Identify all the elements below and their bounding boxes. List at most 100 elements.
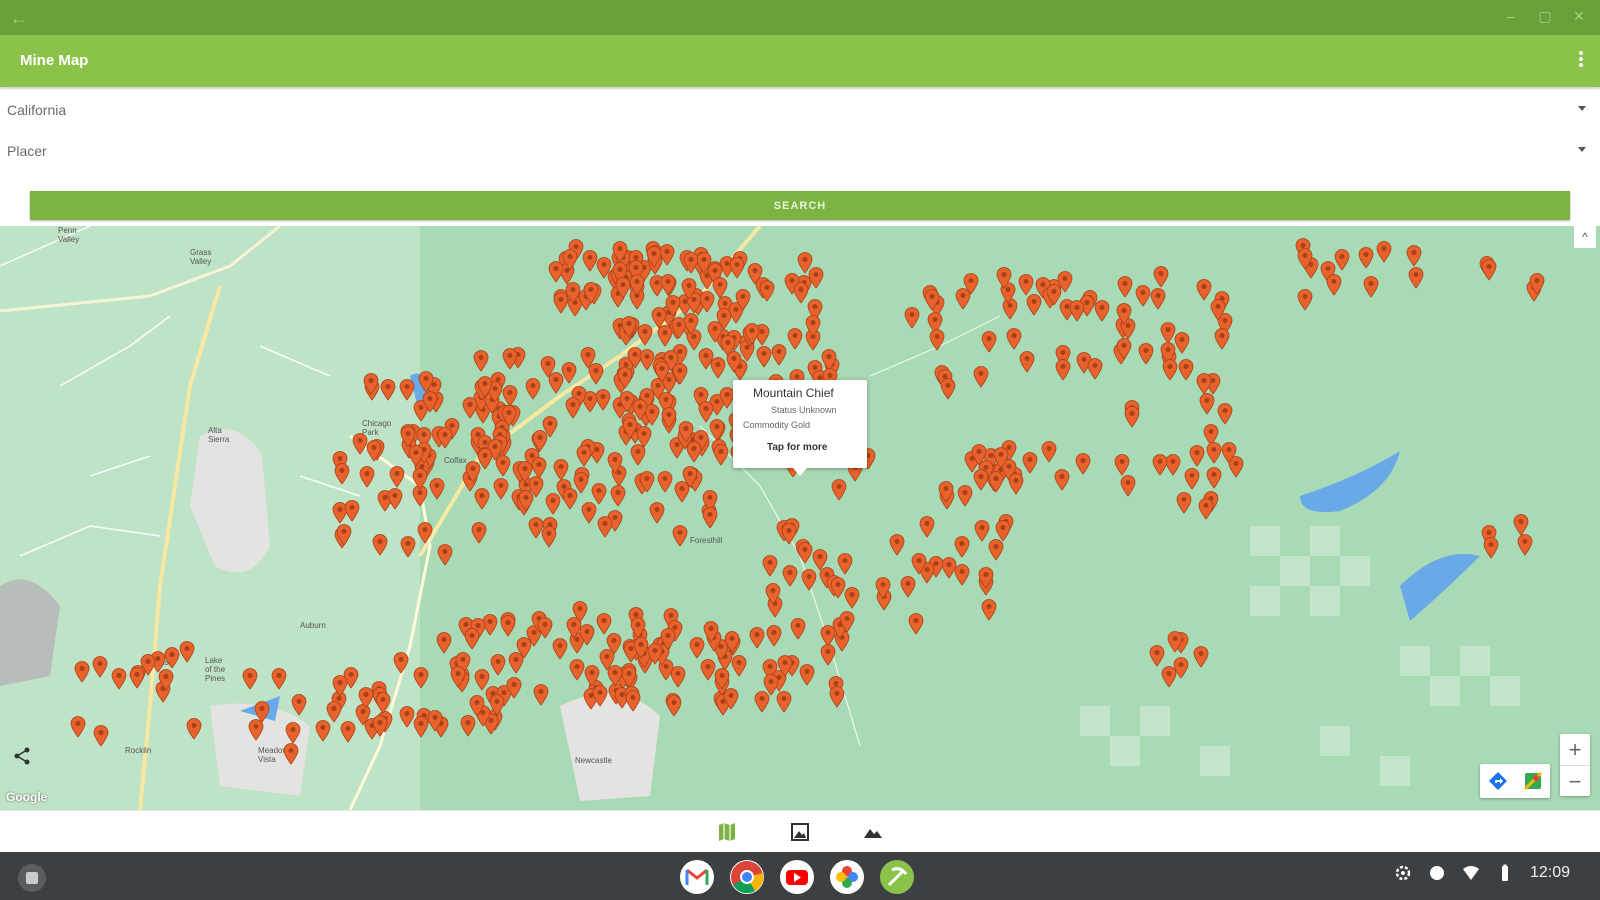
mine-marker-icon[interactable] xyxy=(1008,472,1024,495)
terrain-tab-icon[interactable] xyxy=(862,821,884,843)
mine-marker-icon[interactable] xyxy=(954,564,970,586)
mine-marker-icon[interactable] xyxy=(70,716,86,738)
mine-marker-icon[interactable] xyxy=(607,664,623,687)
mine-marker-icon[interactable] xyxy=(744,322,760,345)
mine-marker-icon[interactable] xyxy=(660,628,676,650)
mine-marker-icon[interactable] xyxy=(532,430,548,453)
mine-marker-icon[interactable] xyxy=(372,534,388,556)
mine-marker-icon[interactable] xyxy=(1178,359,1194,381)
mine-marker-icon[interactable] xyxy=(672,525,688,547)
chrome-icon[interactable] xyxy=(730,860,764,894)
mine-marker-icon[interactable] xyxy=(1116,303,1132,325)
mine-marker-icon[interactable] xyxy=(1198,498,1214,520)
mine-marker-icon[interactable] xyxy=(782,564,798,587)
mine-marker-icon[interactable] xyxy=(781,523,797,545)
mine-marker-icon[interactable] xyxy=(713,444,729,466)
mine-marker-icon[interactable] xyxy=(1189,445,1205,468)
mine-marker-icon[interactable] xyxy=(408,445,424,467)
mine-marker-icon[interactable] xyxy=(1199,393,1215,416)
image-tab-icon[interactable] xyxy=(789,821,811,843)
mine-marker-icon[interactable] xyxy=(844,586,860,609)
mine-marker-icon[interactable] xyxy=(981,330,997,353)
mine-marker-icon[interactable] xyxy=(582,250,598,272)
mine-marker-icon[interactable] xyxy=(1406,245,1422,268)
mine-marker-icon[interactable] xyxy=(1153,266,1169,288)
mine-marker-icon[interactable] xyxy=(533,683,549,706)
mine-marker-icon[interactable] xyxy=(762,554,778,577)
mine-marker-icon[interactable] xyxy=(387,487,403,510)
mine-marker-icon[interactable] xyxy=(996,267,1012,289)
mine-marker-icon[interactable] xyxy=(340,721,356,743)
mine-marker-icon[interactable] xyxy=(490,654,506,676)
mine-marker-icon[interactable] xyxy=(502,385,518,407)
mine-marker-icon[interactable] xyxy=(973,469,989,491)
mine-marker-icon[interactable] xyxy=(606,633,622,655)
mine-marker-icon[interactable] xyxy=(553,459,569,482)
mine-marker-icon[interactable] xyxy=(637,324,653,346)
mine-marker-icon[interactable] xyxy=(242,668,258,691)
zoom-out-button[interactable]: − xyxy=(1560,766,1590,797)
mine-marker-icon[interactable] xyxy=(974,520,990,543)
mine-marker-icon[interactable] xyxy=(754,691,770,713)
mine-marker-icon[interactable] xyxy=(731,655,747,677)
mine-marker-icon[interactable] xyxy=(450,665,466,688)
overflow-menu-icon[interactable] xyxy=(1576,49,1586,73)
mine-marker-icon[interactable] xyxy=(1174,332,1190,354)
mine-marker-icon[interactable] xyxy=(460,714,476,737)
mine-marker-icon[interactable] xyxy=(580,346,596,369)
mine-marker-icon[interactable] xyxy=(672,363,688,385)
mine-marker-icon[interactable] xyxy=(1326,274,1342,296)
directions-icon[interactable] xyxy=(1488,771,1508,791)
mine-marker-icon[interactable] xyxy=(1529,273,1545,296)
mine-marker-icon[interactable] xyxy=(981,599,997,621)
mine-marker-icon[interactable] xyxy=(584,664,600,687)
mine-marker-icon[interactable] xyxy=(908,612,924,635)
mine-marker-icon[interactable] xyxy=(978,566,994,589)
mine-marker-icon[interactable] xyxy=(724,631,740,653)
mine-marker-icon[interactable] xyxy=(612,241,628,264)
mine-marker-icon[interactable] xyxy=(1019,351,1035,373)
mine-marker-icon[interactable] xyxy=(552,638,568,660)
mine-marker-icon[interactable] xyxy=(344,500,360,523)
mine-marker-icon[interactable] xyxy=(418,370,434,393)
mine-marker-icon[interactable] xyxy=(919,516,935,538)
mine-marker-icon[interactable] xyxy=(597,515,613,538)
mine-marker-icon[interactable] xyxy=(1069,299,1085,322)
mine-marker-icon[interactable] xyxy=(462,397,478,419)
gmail-icon[interactable] xyxy=(680,860,714,894)
mine-marker-icon[interactable] xyxy=(537,616,553,639)
mine-marker-icon[interactable] xyxy=(393,652,409,674)
mine-marker-icon[interactable] xyxy=(501,404,517,427)
mine-map-app-icon[interactable] xyxy=(880,860,914,894)
mine-marker-icon[interactable] xyxy=(766,625,782,647)
mine-marker-icon[interactable] xyxy=(271,667,287,690)
mine-marker-icon[interactable] xyxy=(904,306,920,329)
mine-marker-icon[interactable] xyxy=(777,655,793,677)
mine-marker-icon[interactable] xyxy=(681,277,697,300)
mine-marker-icon[interactable] xyxy=(957,485,973,507)
mine-marker-icon[interactable] xyxy=(471,522,487,544)
mine-marker-icon[interactable] xyxy=(1152,453,1168,476)
mine-marker-icon[interactable] xyxy=(900,576,916,598)
mine-marker-icon[interactable] xyxy=(716,307,732,330)
zoom-in-button[interactable]: + xyxy=(1560,734,1590,766)
mine-marker-icon[interactable] xyxy=(1162,358,1178,381)
mine-marker-icon[interactable] xyxy=(875,577,891,599)
mine-marker-icon[interactable] xyxy=(569,658,585,681)
mine-marker-icon[interactable] xyxy=(790,618,806,640)
mine-marker-icon[interactable] xyxy=(682,465,698,488)
mine-marker-icon[interactable] xyxy=(735,289,751,311)
mine-marker-icon[interactable] xyxy=(1124,406,1140,428)
mine-marker-icon[interactable] xyxy=(1054,468,1070,491)
mine-marker-icon[interactable] xyxy=(436,632,452,654)
mine-marker-icon[interactable] xyxy=(422,391,438,413)
mine-marker-icon[interactable] xyxy=(548,372,564,394)
mine-marker-icon[interactable] xyxy=(541,525,557,548)
mine-marker-icon[interactable] xyxy=(625,689,641,712)
mine-marker-icon[interactable] xyxy=(254,701,270,724)
mine-marker-icon[interactable] xyxy=(1135,285,1151,307)
mine-marker-icon[interactable] xyxy=(1513,513,1529,536)
mine-marker-icon[interactable] xyxy=(831,478,847,501)
mine-marker-icon[interactable] xyxy=(1176,492,1192,515)
county-select[interactable]: Placer xyxy=(0,131,1600,171)
